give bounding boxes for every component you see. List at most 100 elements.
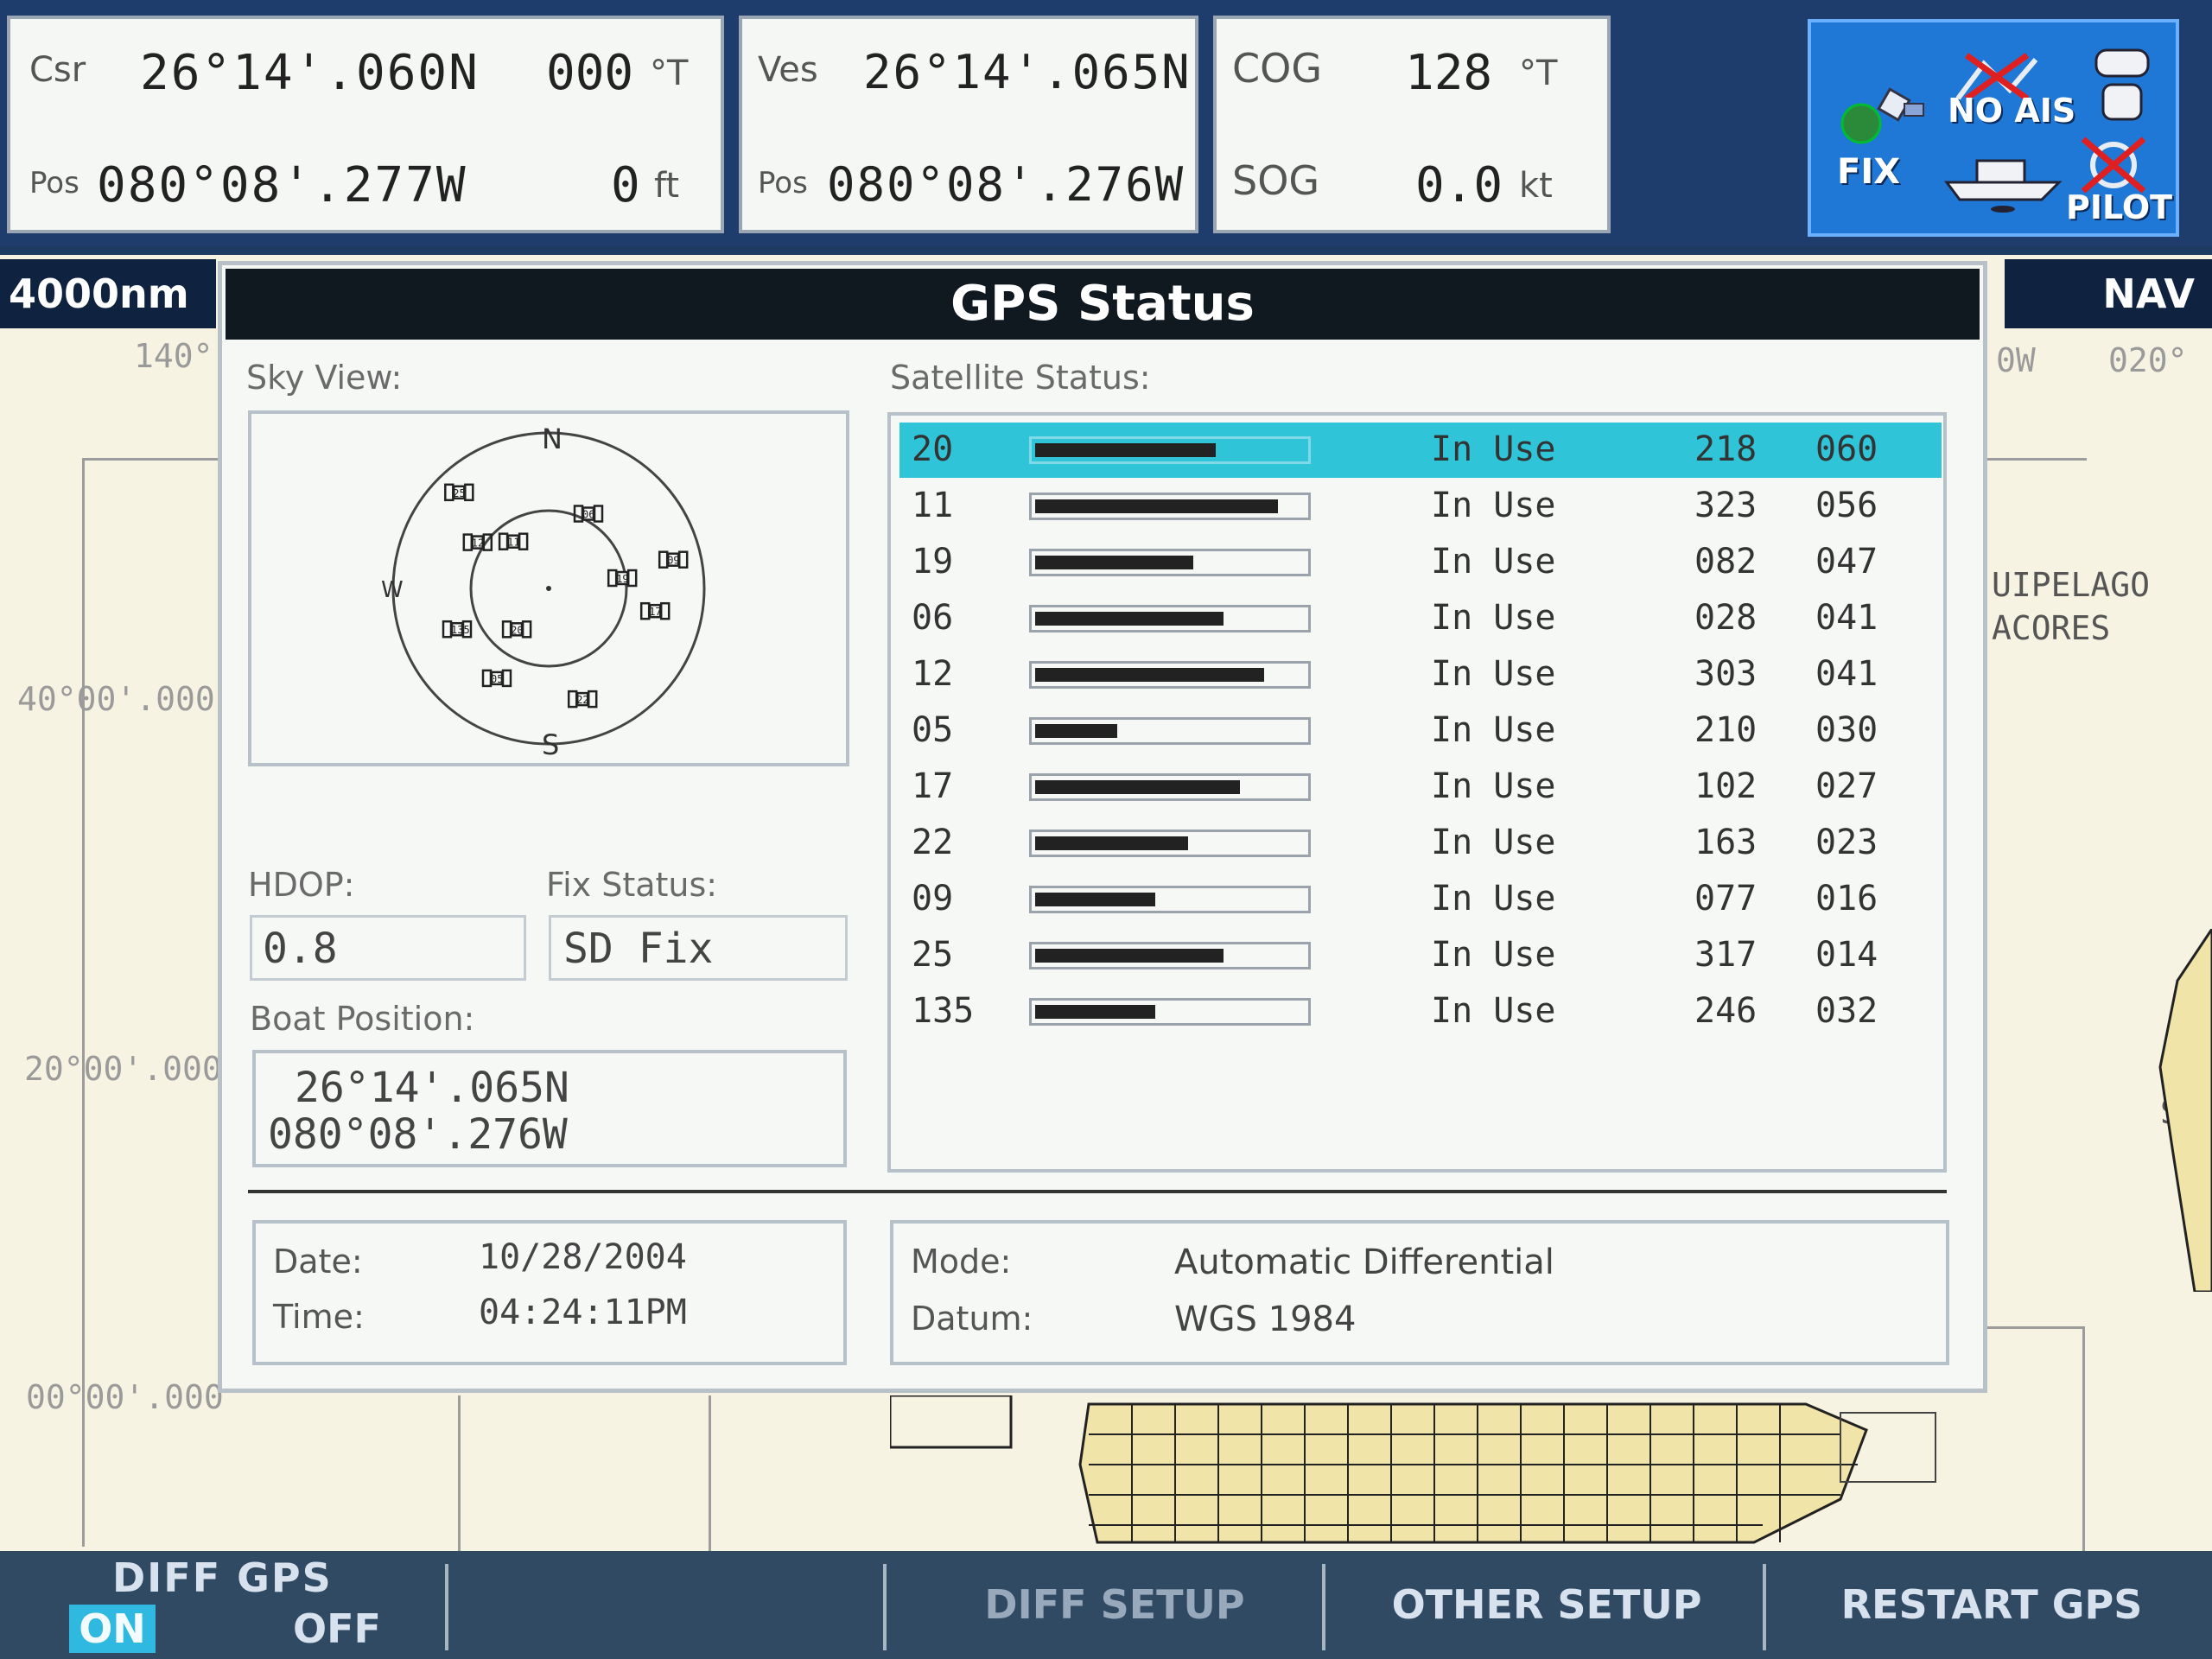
satellite-status: In Use [1431,542,1556,582]
mode-label: Mode: [911,1243,1012,1281]
satellite-elevation: 014 [1815,935,1878,975]
date-value: 10/28/2004 [479,1237,687,1277]
satellite-azimuth: 028 [1694,598,1758,638]
satellite-status: In Use [1431,991,1556,1031]
nav-mode-label[interactable]: NAV [2005,259,2212,328]
sky-satellite-id: 12 [472,537,484,550]
sky-satellite-id: 05 [491,673,503,685]
no-ais-label: NO AIS [1948,92,2076,130]
satellite-row[interactable]: 06 In Use 028 041 [899,591,1942,646]
diff-gps-softkey[interactable]: DIFF GPS ON OFF [52,1551,432,1659]
mode-value: Automatic Differential [1174,1243,1554,1282]
boat-position-field: 26°14'.065N 080°08'.276W [252,1050,847,1167]
sky-satellite-id: 20 [511,624,523,636]
signal-strength-fill [1035,893,1155,906]
signal-strength-bar [1029,436,1311,464]
satellite-row[interactable]: 20 In Use 218 060 [899,423,1942,478]
datum-label: Datum: [911,1300,1033,1338]
satellite-row[interactable]: 12 In Use 303 041 [899,647,1942,702]
diff-gps-off-option[interactable]: OFF [276,1605,397,1653]
time-value: 04:24:11PM [479,1293,687,1332]
hdop-field: 0.8 [250,915,526,981]
cursor-bearing: 000 [546,45,634,101]
satellite-elevation: 047 [1815,542,1878,582]
cog-unit: °T [1519,54,1558,93]
other-setup-softkey[interactable]: OTHER SETUP [1335,1551,1758,1659]
signal-strength-fill [1035,836,1188,850]
satellite-prn: 09 [912,879,954,918]
cursor-range: 0 [611,157,640,213]
satellite-status: In Use [1431,598,1556,638]
chart-label-acores: ACORES [1992,609,2111,647]
status-icon-panel[interactable]: FIX NO AIS PILOT [1808,19,2179,237]
sky-view-plot: N S W 20 11 19 06 12 05 17 22 09 25 135 [381,423,706,761]
satellite-row[interactable]: 25 In Use 317 014 [899,928,1942,983]
softkey-separator [1322,1564,1325,1650]
course-speed-box: COG 128 °T SOG 0.0 kt [1213,16,1611,233]
vessel-latitude: 26°14'.065N [863,45,1192,99]
sky-north-label: N [542,423,563,455]
cog-value: 128 [1405,45,1493,101]
chart-label-arquipelago: UIPELAGO [1992,566,2151,604]
gps-satellite-icon [1840,87,1924,144]
satellite-prn: 135 [912,991,975,1031]
satellite-elevation: 016 [1815,879,1878,918]
hdop-value: 0.8 [263,925,338,973]
chart-label-lon-140: 140° [134,337,213,375]
sounder-icon [2094,48,2150,121]
sky-satellite-icon: 06 [573,505,604,523]
mode-datum-panel: Mode: Automatic Differential Datum: WGS … [890,1220,1949,1365]
satellite-prn: 05 [912,710,954,750]
diff-gps-on-option[interactable]: ON [69,1605,156,1653]
satellite-row[interactable]: 09 In Use 077 016 [899,872,1942,927]
sky-view-label: Sky View: [246,359,403,397]
satellite-status: In Use [1431,879,1556,918]
chart-scale[interactable]: 4000nm [0,259,216,328]
chart-label-lon-0w: 0W [1996,341,2036,379]
satellite-row[interactable]: 17 In Use 102 027 [899,760,1942,815]
fix-label: FIX [1837,152,1901,192]
grid-line [709,1395,711,1551]
restart-gps-softkey[interactable]: RESTART GPS [1776,1551,2208,1659]
satellite-azimuth: 102 [1694,766,1758,806]
satellite-row[interactable]: 22 In Use 163 023 [899,816,1942,871]
boat-longitude: 080°08'.276W [268,1110,568,1159]
satellite-row[interactable]: 11 In Use 323 056 [899,479,1942,534]
satellite-azimuth: 303 [1694,654,1758,694]
fix-status-label: Fix Status: [546,866,718,904]
satellite-azimuth: 218 [1694,429,1758,469]
cursor-pos-label: Pos [29,166,79,200]
signal-strength-fill [1035,1005,1155,1019]
satellite-status: In Use [1431,486,1556,525]
sky-satellite-icon: 17 [639,601,671,620]
signal-strength-bar [1029,493,1311,520]
satellite-azimuth: 077 [1694,879,1758,918]
satellite-azimuth: 082 [1694,542,1758,582]
satellite-row[interactable]: 05 In Use 210 030 [899,703,1942,759]
grid-line [458,1395,461,1551]
sky-satellite-id: 19 [616,573,628,585]
satellite-row[interactable]: 19 In Use 082 047 [899,535,1942,590]
satellite-azimuth: 246 [1694,991,1758,1031]
sky-satellite-id: 06 [582,509,594,521]
satellite-prn: 25 [912,935,954,975]
grid-line [2082,1326,2085,1551]
diff-setup-softkey[interactable]: DIFF SETUP [899,1551,1331,1659]
satellite-elevation: 023 [1815,823,1878,862]
pilot-label: PILOT [2066,188,2173,226]
fix-status-value: SD Fix [563,925,714,973]
satellite-row[interactable]: 135 In Use 246 032 [899,984,1942,1039]
grid-line [1983,1326,2085,1329]
satellite-elevation: 060 [1815,429,1878,469]
sky-satellite-id: 11 [507,537,519,549]
csr-label: Csr [29,50,86,90]
sky-satellite-icon: 25 [444,483,474,502]
satellite-elevation: 041 [1815,654,1878,694]
satellite-status-table[interactable]: 20 In Use 218 060 11 In Use 323 056 19 In Use 082 0… [887,412,1947,1173]
satellite-azimuth: 317 [1694,935,1758,975]
sky-satellite-id: 22 [576,694,588,706]
signal-strength-bar [1029,717,1311,745]
satellite-prn: 17 [912,766,954,806]
dialog-title: GPS Status [226,269,1980,340]
signal-strength-fill [1035,499,1278,513]
